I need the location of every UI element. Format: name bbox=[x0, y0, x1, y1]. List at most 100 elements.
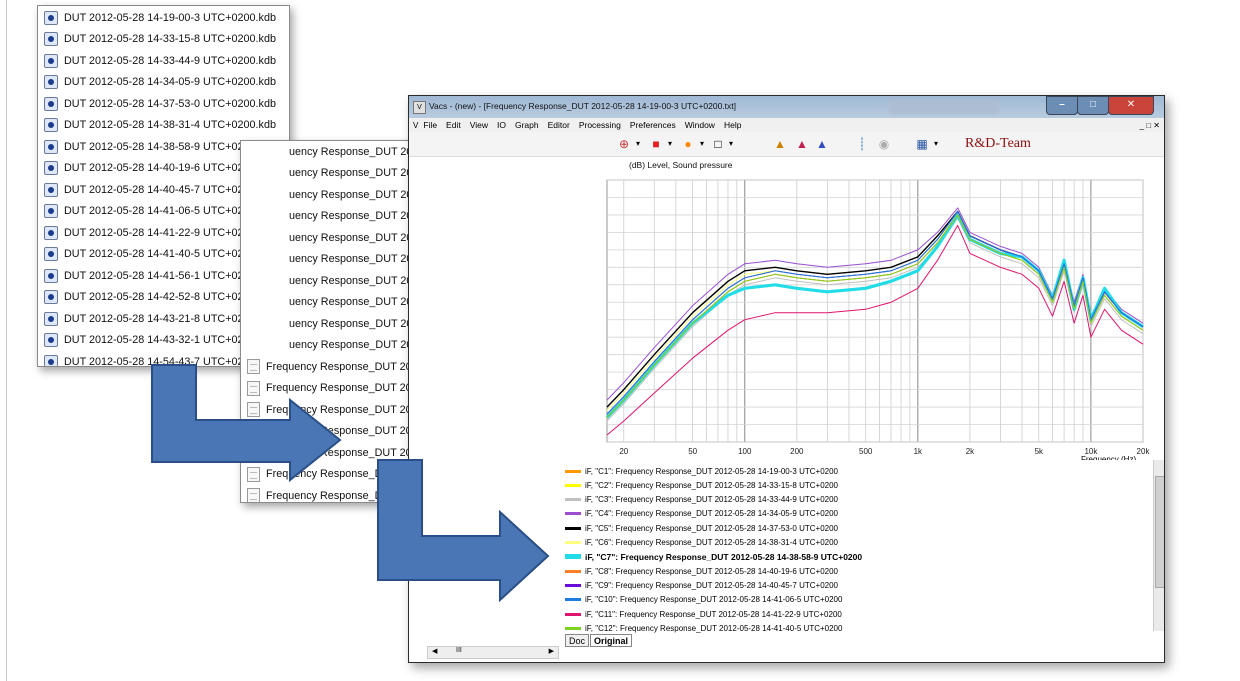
scroll-left-icon[interactable]: ◀ bbox=[432, 647, 437, 655]
legend-entry[interactable]: iF, "C1": Frequency Response_DUT 2012-05… bbox=[565, 464, 838, 478]
dropdown-icon[interactable]: ▾ bbox=[695, 137, 709, 151]
graph-icon[interactable]: ▲ bbox=[773, 137, 787, 151]
legend-label: iF, "C8": Frequency Response_DUT 2012-05… bbox=[585, 566, 838, 576]
menu-window[interactable]: Window bbox=[685, 120, 715, 130]
menu-io[interactable]: IO bbox=[497, 120, 506, 130]
kdb-file-name: DUT 2012-05-28 14-19-00-3 UTC+0200.kdb bbox=[64, 11, 276, 24]
text-file-icon bbox=[247, 402, 260, 418]
menu-editor[interactable]: Editor bbox=[548, 120, 570, 130]
legend-scrollbar[interactable] bbox=[1153, 460, 1164, 631]
mdi-controls[interactable]: _ □ ✕ bbox=[1140, 121, 1160, 130]
graph-icon[interactable]: ▲ bbox=[795, 137, 809, 151]
legend-swatch bbox=[565, 512, 581, 516]
legend-entry[interactable]: iF, "C3": Frequency Response_DUT 2012-05… bbox=[565, 493, 838, 507]
kdb-file-icon bbox=[44, 182, 58, 197]
legend-entry[interactable]: iF, "C10": Frequency Response_DUT 2012-0… bbox=[565, 593, 842, 607]
menu-file[interactable]: File bbox=[423, 120, 437, 130]
kdb-file-name: DUT 2012-05-28 14-38-31-4 UTC+0200.kdb bbox=[64, 119, 276, 132]
menu-bar: V File Edit View IO Graph Editor Process… bbox=[409, 118, 1164, 132]
minimize-button[interactable]: ⎯ bbox=[1046, 96, 1078, 115]
horizontal-scrollbar[interactable]: ◀ III ▶ bbox=[427, 646, 559, 659]
legend-swatch bbox=[565, 583, 581, 587]
new-doc-icon[interactable]: □ bbox=[711, 137, 725, 151]
menu-preferences[interactable]: Preferences bbox=[630, 120, 676, 130]
x-tick-label: 1k bbox=[914, 447, 923, 456]
kdb-file-icon bbox=[44, 10, 58, 25]
kdb-file-icon bbox=[44, 225, 58, 240]
close-button[interactable]: ✕ bbox=[1108, 96, 1154, 115]
dropdown-icon[interactable]: ▾ bbox=[631, 137, 645, 151]
menu-help[interactable]: Help bbox=[724, 120, 741, 130]
legend-swatch bbox=[565, 469, 581, 473]
window-title: Vacs - (new) - [Frequency Response_DUT 2… bbox=[429, 101, 737, 111]
kdb-file-item[interactable]: DUT 2012-05-28 14-19-00-3 UTC+0200.kdb bbox=[38, 7, 289, 29]
disc-icon[interactable]: ◉ bbox=[877, 137, 891, 151]
blurred-title-region bbox=[889, 100, 999, 114]
kdb-file-name: DUT 2012-05-28 14-33-15-8 UTC+0200.kdb bbox=[64, 33, 276, 46]
vacs-window[interactable]: V Vacs - (new) - [Frequency Response_DUT… bbox=[408, 95, 1165, 663]
scroll-grip[interactable]: III bbox=[456, 647, 462, 654]
kdb-file-icon bbox=[44, 53, 58, 68]
kdb-file-icon bbox=[44, 333, 58, 348]
page-edge-line bbox=[6, 0, 7, 681]
menu-app-icon[interactable]: V bbox=[413, 121, 418, 130]
legend-list[interactable]: iF, "C1": Frequency Response_DUT 2012-05… bbox=[565, 460, 1153, 635]
color-wheel-icon[interactable]: ● bbox=[681, 137, 695, 151]
graph-icon[interactable]: ▲ bbox=[815, 137, 829, 151]
dropdown-icon[interactable]: ▾ bbox=[929, 137, 943, 151]
x-tick-label: 5k bbox=[1035, 447, 1044, 456]
kdb-file-icon bbox=[44, 96, 58, 111]
scroll-right-icon[interactable]: ▶ bbox=[549, 647, 554, 655]
vacs-app-icon: V bbox=[413, 101, 426, 114]
kdb-file-item[interactable]: DUT 2012-05-28 14-38-31-4 UTC+0200.kdb bbox=[38, 115, 289, 137]
text-file-icon bbox=[247, 380, 260, 396]
title-bar[interactable]: V Vacs - (new) - [Frequency Response_DUT… bbox=[409, 96, 1164, 118]
color-map-icon[interactable]: ■ bbox=[649, 137, 663, 151]
legend-label: iF, "C7": Frequency Response_DUT 2012-05… bbox=[585, 551, 863, 562]
axis-icon[interactable]: ┊ bbox=[855, 137, 869, 151]
toolbar: ⊕ ▾ ■ ▾ ● ▾ □ ▾ ▲ ▲ ▲ ┊ ◉ ▦ ▾ R&D-Team bbox=[409, 132, 1164, 157]
kdb-file-item[interactable]: DUT 2012-05-28 14-33-15-8 UTC+0200.kdb bbox=[38, 29, 289, 51]
dropdown-icon[interactable]: ▾ bbox=[663, 137, 677, 151]
tab-doc[interactable]: Doc bbox=[565, 634, 590, 647]
text-file-icon bbox=[247, 466, 260, 482]
menu-edit[interactable]: Edit bbox=[446, 120, 461, 130]
legend-label: iF, "C5": Frequency Response_DUT 2012-05… bbox=[585, 523, 838, 533]
menu-view[interactable]: View bbox=[470, 120, 488, 130]
legend-entry[interactable]: iF, "C5": Frequency Response_DUT 2012-05… bbox=[565, 521, 838, 535]
legend-swatch bbox=[565, 554, 581, 560]
table-icon[interactable]: ▦ bbox=[915, 137, 929, 151]
kdb-file-item[interactable]: DUT 2012-05-28 14-37-53-0 UTC+0200.kdb bbox=[38, 93, 289, 115]
menu-graph[interactable]: Graph bbox=[515, 120, 539, 130]
tab-original[interactable]: Original bbox=[590, 634, 633, 647]
legend-entry[interactable]: iF, "C6": Frequency Response_DUT 2012-05… bbox=[565, 536, 838, 550]
text-file-icon bbox=[247, 445, 260, 461]
legend-entry[interactable]: iF, "C8": Frequency Response_DUT 2012-05… bbox=[565, 564, 838, 578]
legend-label: iF, "C1": Frequency Response_DUT 2012-05… bbox=[585, 466, 838, 476]
x-tick-label: 50 bbox=[688, 447, 697, 456]
legend-entry[interactable]: iF, "C9": Frequency Response_DUT 2012-05… bbox=[565, 578, 838, 592]
kdb-file-item[interactable]: DUT 2012-05-28 14-33-44-9 UTC+0200.kdb bbox=[38, 50, 289, 72]
text-file-icon bbox=[247, 488, 260, 502]
dropdown-icon[interactable]: ▾ bbox=[724, 137, 738, 151]
legend-label: iF, "C3": Frequency Response_DUT 2012-05… bbox=[585, 495, 838, 505]
legend-entry[interactable]: iF, "C11": Frequency Response_DUT 2012-0… bbox=[565, 607, 842, 621]
text-file-icon bbox=[247, 423, 260, 439]
legend-swatch bbox=[565, 598, 581, 602]
target-icon[interactable]: ⊕ bbox=[617, 137, 631, 151]
maximize-button[interactable]: □ bbox=[1077, 96, 1109, 115]
menu-processing[interactable]: Processing bbox=[579, 120, 621, 130]
frequency-response-chart[interactable]: 20 50 100 200 500 1k 2k 5k 10k 20k bbox=[603, 174, 1151, 464]
scroll-thumb[interactable] bbox=[1155, 476, 1164, 588]
kdb-file-icon bbox=[44, 139, 58, 154]
kdb-file-icon bbox=[44, 118, 58, 133]
legend-swatch bbox=[565, 541, 581, 544]
legend-label: iF, "C6": Frequency Response_DUT 2012-05… bbox=[585, 538, 838, 547]
legend-entry[interactable]: iF, "C4": Frequency Response_DUT 2012-05… bbox=[565, 507, 838, 521]
legend-entry[interactable]: iF, "C2": Frequency Response_DUT 2012-05… bbox=[565, 478, 838, 492]
kdb-file-icon bbox=[44, 311, 58, 326]
legend-entry[interactable]: iF, "C7": Frequency Response_DUT 2012-05… bbox=[565, 550, 862, 564]
kdb-file-icon bbox=[44, 290, 58, 305]
legend-label: iF, "C10": Frequency Response_DUT 2012-0… bbox=[585, 595, 843, 605]
kdb-file-item[interactable]: DUT 2012-05-28 14-34-05-9 UTC+0200.kdb bbox=[38, 72, 289, 94]
